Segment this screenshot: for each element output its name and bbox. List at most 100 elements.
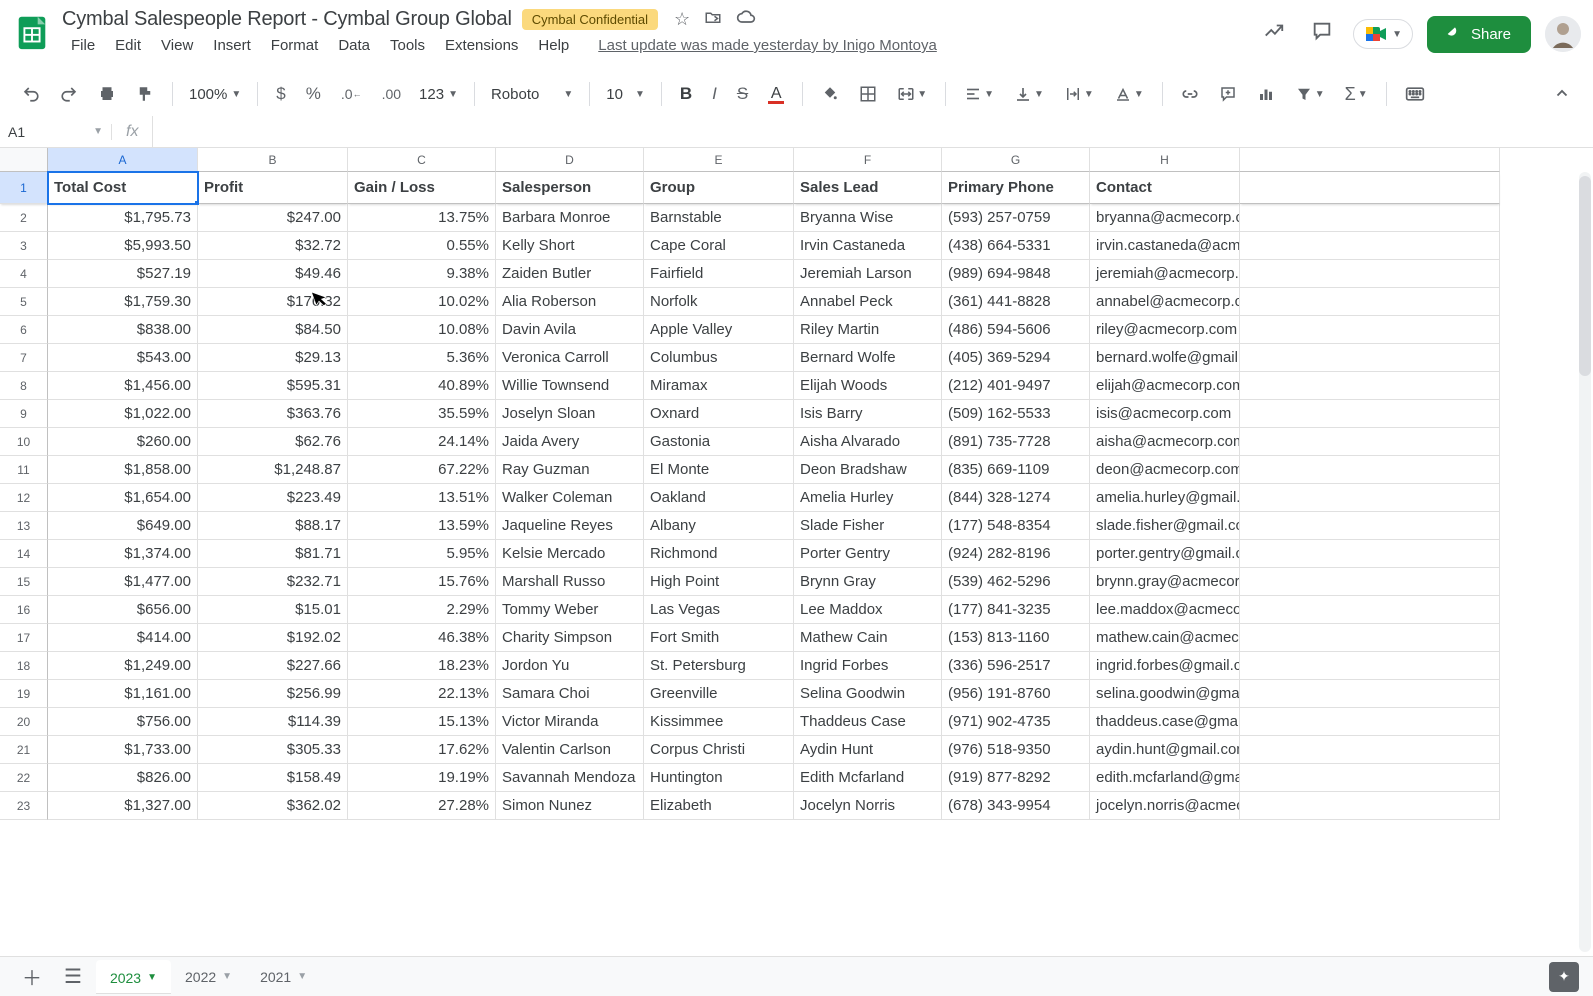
data-cell[interactable]: Greenville (644, 680, 794, 708)
header-cell[interactable]: Contact (1090, 172, 1240, 204)
insert-comment-icon[interactable] (1211, 79, 1245, 109)
decrease-decimal-icon[interactable]: .0← (333, 80, 370, 108)
data-cell[interactable]: (593) 257-0759 (942, 204, 1090, 232)
header-cell[interactable]: Profit (198, 172, 348, 204)
data-cell[interactable] (1240, 764, 1500, 792)
data-cell[interactable]: $527.19 (48, 260, 198, 288)
undo-icon[interactable] (14, 79, 48, 109)
sheets-logo[interactable] (12, 12, 52, 52)
header-cell[interactable]: Primary Phone (942, 172, 1090, 204)
data-cell[interactable]: $826.00 (48, 764, 198, 792)
data-cell[interactable]: $62.76 (198, 428, 348, 456)
data-cell[interactable]: 46.38% (348, 624, 496, 652)
data-cell[interactable]: Zaiden Butler (496, 260, 644, 288)
data-cell[interactable]: 0.55% (348, 232, 496, 260)
data-cell[interactable]: (971) 902-4735 (942, 708, 1090, 736)
data-cell[interactable]: 19.19% (348, 764, 496, 792)
row-header[interactable]: 2 (0, 204, 48, 232)
data-cell[interactable]: Apple Valley (644, 316, 794, 344)
data-cell[interactable]: $256.99 (198, 680, 348, 708)
row-header[interactable]: 13 (0, 512, 48, 540)
data-cell[interactable]: Ingrid Forbes (794, 652, 942, 680)
data-cell[interactable] (1240, 204, 1500, 232)
star-icon[interactable]: ☆ (674, 9, 690, 30)
row-header[interactable]: 9 (0, 400, 48, 428)
data-cell[interactable]: edith.mcfarland@gmail.com (1090, 764, 1240, 792)
print-icon[interactable] (90, 79, 124, 109)
data-cell[interactable]: 10.08% (348, 316, 496, 344)
data-cell[interactable]: $838.00 (48, 316, 198, 344)
document-title[interactable]: Cymbal Salespeople Report - Cymbal Group… (62, 8, 512, 31)
data-cell[interactable]: (976) 518-9350 (942, 736, 1090, 764)
data-cell[interactable] (1240, 736, 1500, 764)
comments-icon[interactable] (1305, 14, 1339, 54)
header-cell[interactable]: Group (644, 172, 794, 204)
last-update-link[interactable]: Last update was made yesterday by Inigo … (598, 37, 937, 54)
currency-icon[interactable]: $ (268, 78, 293, 110)
data-cell[interactable]: $543.00 (48, 344, 198, 372)
data-cell[interactable]: $363.76 (198, 400, 348, 428)
data-cell[interactable]: Porter Gentry (794, 540, 942, 568)
data-cell[interactable]: $1,795.73 (48, 204, 198, 232)
row-header[interactable]: 15 (0, 568, 48, 596)
sheet-tab[interactable]: 2022▼ (171, 960, 246, 994)
header-cell[interactable]: Total Cost (48, 172, 198, 204)
col-header[interactable]: E (644, 148, 794, 172)
row-header[interactable]: 3 (0, 232, 48, 260)
row-header[interactable]: 16 (0, 596, 48, 624)
row-header[interactable]: 6 (0, 316, 48, 344)
data-cell[interactable]: (956) 191-8760 (942, 680, 1090, 708)
text-color-button[interactable]: A (760, 79, 792, 110)
borders-button[interactable] (851, 79, 885, 109)
data-cell[interactable]: 13.51% (348, 484, 496, 512)
sheet-tab[interactable]: 2023▼ (96, 960, 171, 994)
data-cell[interactable]: Columbus (644, 344, 794, 372)
data-cell[interactable]: $1,249.00 (48, 652, 198, 680)
data-cell[interactable]: (438) 664-5331 (942, 232, 1090, 260)
bold-button[interactable]: B (672, 78, 700, 110)
data-cell[interactable]: (891) 735-7728 (942, 428, 1090, 456)
col-header[interactable]: F (794, 148, 942, 172)
col-header[interactable]: D (496, 148, 644, 172)
meet-button[interactable]: ▼ (1353, 19, 1413, 49)
data-cell[interactable] (1240, 512, 1500, 540)
fill-color-button[interactable] (813, 79, 847, 109)
data-cell[interactable] (1240, 456, 1500, 484)
format-123-select[interactable]: 123▼ (413, 82, 464, 107)
row-header[interactable]: 12 (0, 484, 48, 512)
data-cell[interactable]: High Point (644, 568, 794, 596)
data-cell[interactable]: amelia.hurley@gmail.com (1090, 484, 1240, 512)
data-cell[interactable]: slade.fisher@gmail.com (1090, 512, 1240, 540)
row-header[interactable]: 10 (0, 428, 48, 456)
data-cell[interactable]: $5,993.50 (48, 232, 198, 260)
functions-icon[interactable]: Σ▼ (1337, 78, 1376, 111)
data-cell[interactable]: $227.66 (198, 652, 348, 680)
collapse-toolbar-icon[interactable] (1545, 79, 1579, 109)
data-cell[interactable]: $232.71 (198, 568, 348, 596)
data-cell[interactable]: $1,733.00 (48, 736, 198, 764)
account-avatar[interactable] (1545, 16, 1581, 52)
data-cell[interactable]: Amelia Hurley (794, 484, 942, 512)
data-cell[interactable] (1240, 624, 1500, 652)
keyboard-icon[interactable] (1397, 80, 1433, 108)
zoom-select[interactable]: 100%▼ (183, 82, 247, 107)
data-cell[interactable]: $1,759.30 (48, 288, 198, 316)
row-header[interactable]: 20 (0, 708, 48, 736)
formula-input[interactable] (153, 116, 1593, 147)
increase-decimal-icon[interactable]: .00 (374, 80, 409, 108)
data-cell[interactable]: Lee Maddox (794, 596, 942, 624)
data-cell[interactable]: Riley Martin (794, 316, 942, 344)
data-cell[interactable]: 15.13% (348, 708, 496, 736)
data-cell[interactable]: aydin.hunt@gmail.com (1090, 736, 1240, 764)
data-cell[interactable]: 67.22% (348, 456, 496, 484)
menu-tools[interactable]: Tools (381, 33, 434, 58)
header-cell[interactable]: Gain / Loss (348, 172, 496, 204)
data-cell[interactable]: Oakland (644, 484, 794, 512)
data-cell[interactable] (1240, 260, 1500, 288)
data-cell[interactable]: Willie Townsend (496, 372, 644, 400)
data-cell[interactable]: Savannah Mendoza (496, 764, 644, 792)
data-cell[interactable]: Huntington (644, 764, 794, 792)
data-cell[interactable]: $595.31 (198, 372, 348, 400)
data-cell[interactable]: (405) 369-5294 (942, 344, 1090, 372)
spreadsheet-grid[interactable]: ABCDEFGH1Total CostProfitGain / LossSale… (0, 148, 1593, 820)
